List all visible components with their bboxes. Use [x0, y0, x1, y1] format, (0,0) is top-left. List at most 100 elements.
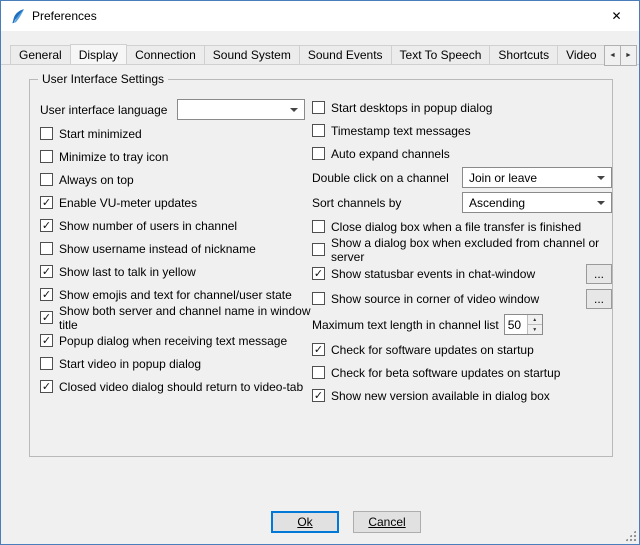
checkbox[interactable]: ✓ — [312, 389, 325, 402]
ok-button-label: Ok — [297, 515, 312, 529]
checkbox[interactable]: ✓ — [40, 311, 53, 324]
sort-channels-label: Sort channels by — [312, 196, 401, 210]
max-text-length-row: Maximum text length in channel list 50 ▲… — [312, 311, 612, 338]
checkbox-row[interactable]: ✓ Check for software updates on startup — [312, 338, 612, 361]
checkbox[interactable] — [312, 124, 325, 137]
checkbox[interactable]: ✓ — [40, 219, 53, 232]
checkbox-row[interactable]: Show username instead of nickname — [40, 237, 312, 260]
checkbox[interactable] — [312, 147, 325, 160]
checkbox-label[interactable]: Closed video dialog should return to vid… — [59, 380, 303, 394]
statusbar-events-row[interactable]: ✓ Show statusbar events in chat-window .… — [312, 261, 612, 286]
title-bar: Preferences ✕ — [1, 1, 639, 31]
checkbox-label[interactable]: Start desktops in popup dialog — [331, 101, 492, 115]
checkbox-label[interactable]: Check for beta software updates on start… — [331, 366, 560, 380]
checkbox[interactable]: ✓ — [40, 334, 53, 347]
checkbox[interactable]: ✓ — [40, 196, 53, 209]
checkbox-label[interactable]: Show statusbar events in chat-window — [331, 267, 535, 281]
chevron-down-icon — [290, 108, 298, 112]
checkbox-label[interactable]: Timestamp text messages — [331, 124, 471, 138]
checkbox[interactable] — [40, 357, 53, 370]
checkbox[interactable]: ✓ — [312, 343, 325, 356]
sort-channels-row: Sort channels by Ascending — [312, 190, 612, 215]
checkbox-label[interactable]: Show number of users in channel — [59, 219, 237, 233]
checkbox-label[interactable]: Auto expand channels — [331, 147, 450, 161]
checkbox[interactable]: ✓ — [40, 265, 53, 278]
sort-channels-combobox[interactable]: Ascending — [462, 192, 612, 213]
cancel-button-label: Cancel — [368, 515, 405, 529]
checkbox-row[interactable]: Timestamp text messages — [312, 119, 612, 142]
checkbox-label[interactable]: Show username instead of nickname — [59, 242, 256, 256]
checkbox-row[interactable]: Minimize to tray icon — [40, 145, 312, 168]
spinner-up-icon[interactable]: ▲ — [528, 315, 542, 325]
checkbox-row[interactable]: Auto expand channels — [312, 142, 612, 165]
checkbox[interactable]: ✓ — [40, 380, 53, 393]
tab-display[interactable]: Display — [70, 44, 127, 65]
checkbox[interactable] — [312, 101, 325, 114]
tab-video[interactable]: Video — [557, 45, 605, 64]
checkbox-label[interactable]: Check for software updates on startup — [331, 343, 534, 357]
double-click-combobox[interactable]: Join or leave — [462, 167, 612, 188]
spinner-down-icon[interactable]: ▼ — [528, 325, 542, 334]
max-text-length-label: Maximum text length in channel list — [312, 318, 499, 332]
cancel-button[interactable]: Cancel — [353, 511, 421, 533]
checkbox-row[interactable]: Always on top — [40, 168, 312, 191]
checkbox-row[interactable]: ✓ Popup dialog when receiving text messa… — [40, 329, 312, 352]
checkbox-row[interactable]: Check for beta software updates on start… — [312, 361, 612, 384]
checkbox[interactable] — [40, 150, 53, 163]
checkbox-row[interactable]: ✓ Closed video dialog should return to v… — [40, 375, 312, 398]
language-combobox[interactable] — [177, 99, 305, 120]
checkbox-label[interactable]: Always on top — [59, 173, 134, 187]
checkbox-label[interactable]: Show both server and channel name in win… — [59, 304, 312, 332]
checkbox-row[interactable]: Show a dialog box when excluded from cha… — [312, 238, 612, 261]
checkbox-row[interactable]: ✓ Show both server and channel name in w… — [40, 306, 312, 329]
tab-sound-system[interactable]: Sound System — [204, 45, 300, 64]
tab-text-to-speech[interactable]: Text To Speech — [391, 45, 491, 64]
checkbox-row[interactable]: Start minimized — [40, 122, 312, 145]
checkbox-label[interactable]: Close dialog box when a file transfer is… — [331, 220, 581, 234]
double-click-label: Double click on a channel — [312, 171, 449, 185]
double-click-value: Join or leave — [469, 171, 591, 185]
checkbox[interactable] — [40, 127, 53, 140]
tab-sound-events[interactable]: Sound Events — [299, 45, 392, 64]
checkbox-label[interactable]: Popup dialog when receiving text message — [59, 334, 287, 348]
tab-scroll-left-icon[interactable]: ◄ — [604, 45, 621, 66]
close-icon[interactable]: ✕ — [594, 1, 639, 31]
checkbox-row[interactable]: ✓ Show last to talk in yellow — [40, 260, 312, 283]
tab-shortcuts[interactable]: Shortcuts — [489, 45, 558, 64]
max-text-length-spinner[interactable]: 50 ▲ ▼ — [504, 314, 543, 335]
checkbox[interactable] — [312, 220, 325, 233]
checkbox[interactable] — [312, 292, 325, 305]
checkbox-row[interactable]: Start desktops in popup dialog — [312, 96, 612, 119]
checkbox-row[interactable]: Start video in popup dialog — [40, 352, 312, 375]
sort-channels-value: Ascending — [469, 196, 591, 210]
checkbox-label[interactable]: Show last to talk in yellow — [59, 265, 196, 279]
checkbox-row[interactable]: ✓ Show new version available in dialog b… — [312, 384, 612, 407]
checkbox[interactable]: ✓ — [312, 267, 325, 280]
checkbox[interactable] — [40, 242, 53, 255]
checkbox-row[interactable]: ✓ Enable VU-meter updates — [40, 191, 312, 214]
checkbox-row[interactable]: ✓ Show number of users in channel — [40, 214, 312, 237]
tab-scroll-right-icon[interactable]: ► — [620, 45, 637, 66]
user-interface-settings-group: User Interface Settings User interface l… — [29, 79, 613, 457]
checkbox-label[interactable]: Show source in corner of video window — [331, 292, 539, 306]
checkbox-label[interactable]: Start minimized — [59, 127, 142, 141]
video-source-row[interactable]: Show source in corner of video window ..… — [312, 286, 612, 311]
spinner-buttons: ▲ ▼ — [527, 315, 542, 334]
language-row: User interface language — [40, 97, 312, 122]
checkbox[interactable] — [312, 243, 325, 256]
checkbox-label[interactable]: Start video in popup dialog — [59, 357, 201, 371]
checkbox-label[interactable]: Show a dialog box when excluded from cha… — [331, 236, 612, 264]
checkbox[interactable]: ✓ — [40, 288, 53, 301]
checkbox-label[interactable]: Show new version available in dialog box — [331, 389, 550, 403]
ok-button[interactable]: Ok — [271, 511, 339, 533]
tab-connection[interactable]: Connection — [126, 45, 205, 64]
checkbox-label[interactable]: Enable VU-meter updates — [59, 196, 197, 210]
checkbox[interactable] — [40, 173, 53, 186]
tab-general[interactable]: General — [10, 45, 71, 64]
checkbox-label[interactable]: Minimize to tray icon — [59, 150, 168, 164]
checkbox[interactable] — [312, 366, 325, 379]
max-text-length-value[interactable]: 50 — [505, 315, 527, 334]
checkbox-label[interactable]: Show emojis and text for channel/user st… — [59, 288, 292, 302]
right-column: Start desktops in popup dialog Timestamp… — [312, 80, 612, 407]
tab-bar: General Display Connection Sound System … — [1, 44, 639, 65]
